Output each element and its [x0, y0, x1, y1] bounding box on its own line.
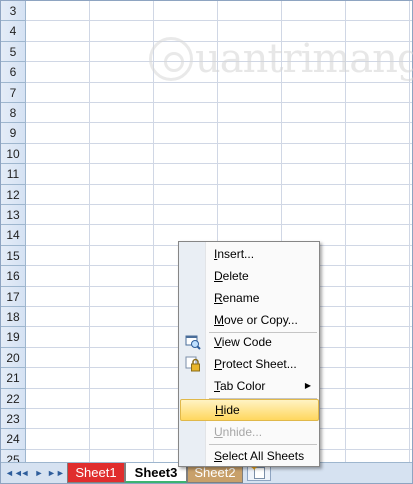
row-header[interactable]: 16	[1, 266, 26, 287]
menu-item-unhide: Unhide...	[180, 421, 319, 443]
insert-worksheet-button[interactable]: ✦	[247, 464, 271, 481]
row-header[interactable]: 23	[1, 409, 26, 430]
row-header[interactable]: 5	[1, 41, 26, 63]
menu-item-delete-label: elete	[222, 269, 249, 283]
menu-item-select-all-label: elect All Sheets	[222, 449, 305, 463]
menu-item-protect-sheet[interactable]: Protect Sheet...	[180, 353, 319, 375]
menu-item-hide[interactable]: Hide	[180, 399, 319, 421]
menu-item-insert-label: nsert...	[217, 247, 255, 261]
grid-row: 9	[1, 123, 412, 144]
row-header[interactable]: 9	[1, 123, 26, 144]
row-header[interactable]: 7	[1, 82, 26, 103]
row-header[interactable]: 12	[1, 184, 26, 205]
submenu-arrow-icon: ▶	[304, 381, 311, 390]
menu-item-delete[interactable]: Delete	[180, 265, 319, 287]
menu-item-tab-color[interactable]: Tab Color ▶	[180, 375, 319, 397]
menu-item-unhide-label: nhide...	[222, 425, 263, 439]
menu-item-rename[interactable]: Rename	[180, 287, 319, 309]
row-header[interactable]: 11	[1, 164, 26, 185]
row-cells[interactable]	[26, 205, 412, 226]
first-sheet-nav-icon[interactable]: ◄◄	[5, 466, 23, 480]
row-cells[interactable]	[26, 123, 412, 144]
menu-item-view-code-label: iew Code	[221, 335, 272, 349]
grid-row: 10	[1, 143, 412, 165]
watermark-text: uantrimang	[195, 36, 413, 82]
menu-item-select-all-accel: S	[214, 449, 223, 463]
row-header[interactable]: 14	[1, 225, 26, 246]
row-header[interactable]: 17	[1, 286, 26, 307]
excel-window: 3 4 5 6 7 8 9 10 11 12 13 14 15 16 17 18 19 20 21 22 23 24 25 …	[0, 0, 413, 484]
grid-row: 11	[1, 164, 412, 185]
menu-item-rename-accel: R	[214, 291, 223, 305]
menu-item-protect-accel: P	[214, 357, 223, 371]
row-cells[interactable]	[26, 82, 412, 103]
row-cells[interactable]	[26, 143, 412, 165]
row-header[interactable]: 25	[1, 449, 26, 462]
row-cells[interactable]	[26, 164, 412, 185]
grid-row: 13	[1, 205, 412, 226]
row-header[interactable]: 21	[1, 368, 26, 389]
row-cells[interactable]	[26, 103, 412, 124]
row-cells[interactable]	[26, 1, 412, 22]
sheet-tab-sheet1[interactable]: Sheet1	[67, 463, 125, 483]
grid-row: 12	[1, 184, 412, 205]
menu-item-rename-label: ename	[222, 291, 260, 305]
watermark: uantrimang	[149, 36, 413, 82]
menu-item-tab-color-label: ab Color	[220, 379, 266, 393]
grid-row: 3	[1, 1, 412, 22]
menu-item-protect-label: rotect Sheet...	[222, 357, 297, 371]
menu-item-move-accel: M	[214, 313, 224, 327]
last-sheet-nav-icon[interactable]: ►►	[47, 466, 65, 480]
row-header[interactable]: 22	[1, 388, 26, 409]
row-header[interactable]: 24	[1, 429, 26, 450]
row-header[interactable]: 6	[1, 62, 26, 83]
menu-item-delete-accel: D	[214, 269, 223, 283]
menu-item-select-all-sheets[interactable]: Select All Sheets	[180, 445, 319, 467]
row-header[interactable]: 10	[1, 143, 26, 165]
row-header[interactable]: 4	[1, 21, 26, 42]
row-cells[interactable]	[26, 184, 412, 205]
next-sheet-nav-icon[interactable]: ►	[33, 466, 45, 480]
row-header[interactable]: 8	[1, 103, 26, 124]
view-code-icon	[185, 335, 201, 350]
row-header[interactable]: 15	[1, 245, 26, 267]
menu-item-view-code-accel: V	[214, 335, 222, 349]
menu-item-hide-accel: H	[215, 403, 224, 417]
menu-item-hide-label: ide	[223, 403, 240, 417]
menu-item-move-or-copy[interactable]: Move or Copy...	[180, 309, 319, 331]
grid-row: 8	[1, 103, 412, 124]
sheet-context-menu: Insert... Delete Rename Move or Copy... …	[178, 241, 320, 467]
row-header[interactable]: 3	[1, 1, 26, 22]
menu-item-move-label: ove or Copy...	[224, 313, 298, 327]
menu-item-insert[interactable]: Insert...	[180, 243, 319, 265]
watermark-logo-icon	[149, 37, 193, 81]
menu-item-unhide-accel: U	[214, 425, 223, 439]
prev-sheet-nav-icon[interactable]: ◄	[19, 466, 31, 480]
row-header[interactable]: 18	[1, 307, 26, 328]
row-header[interactable]: 13	[1, 205, 26, 226]
protect-sheet-icon	[185, 356, 200, 372]
grid-row: 7	[1, 82, 412, 103]
row-header[interactable]: 20	[1, 347, 26, 369]
menu-item-view-code[interactable]: View Code	[180, 331, 319, 353]
row-header[interactable]: 19	[1, 327, 26, 348]
